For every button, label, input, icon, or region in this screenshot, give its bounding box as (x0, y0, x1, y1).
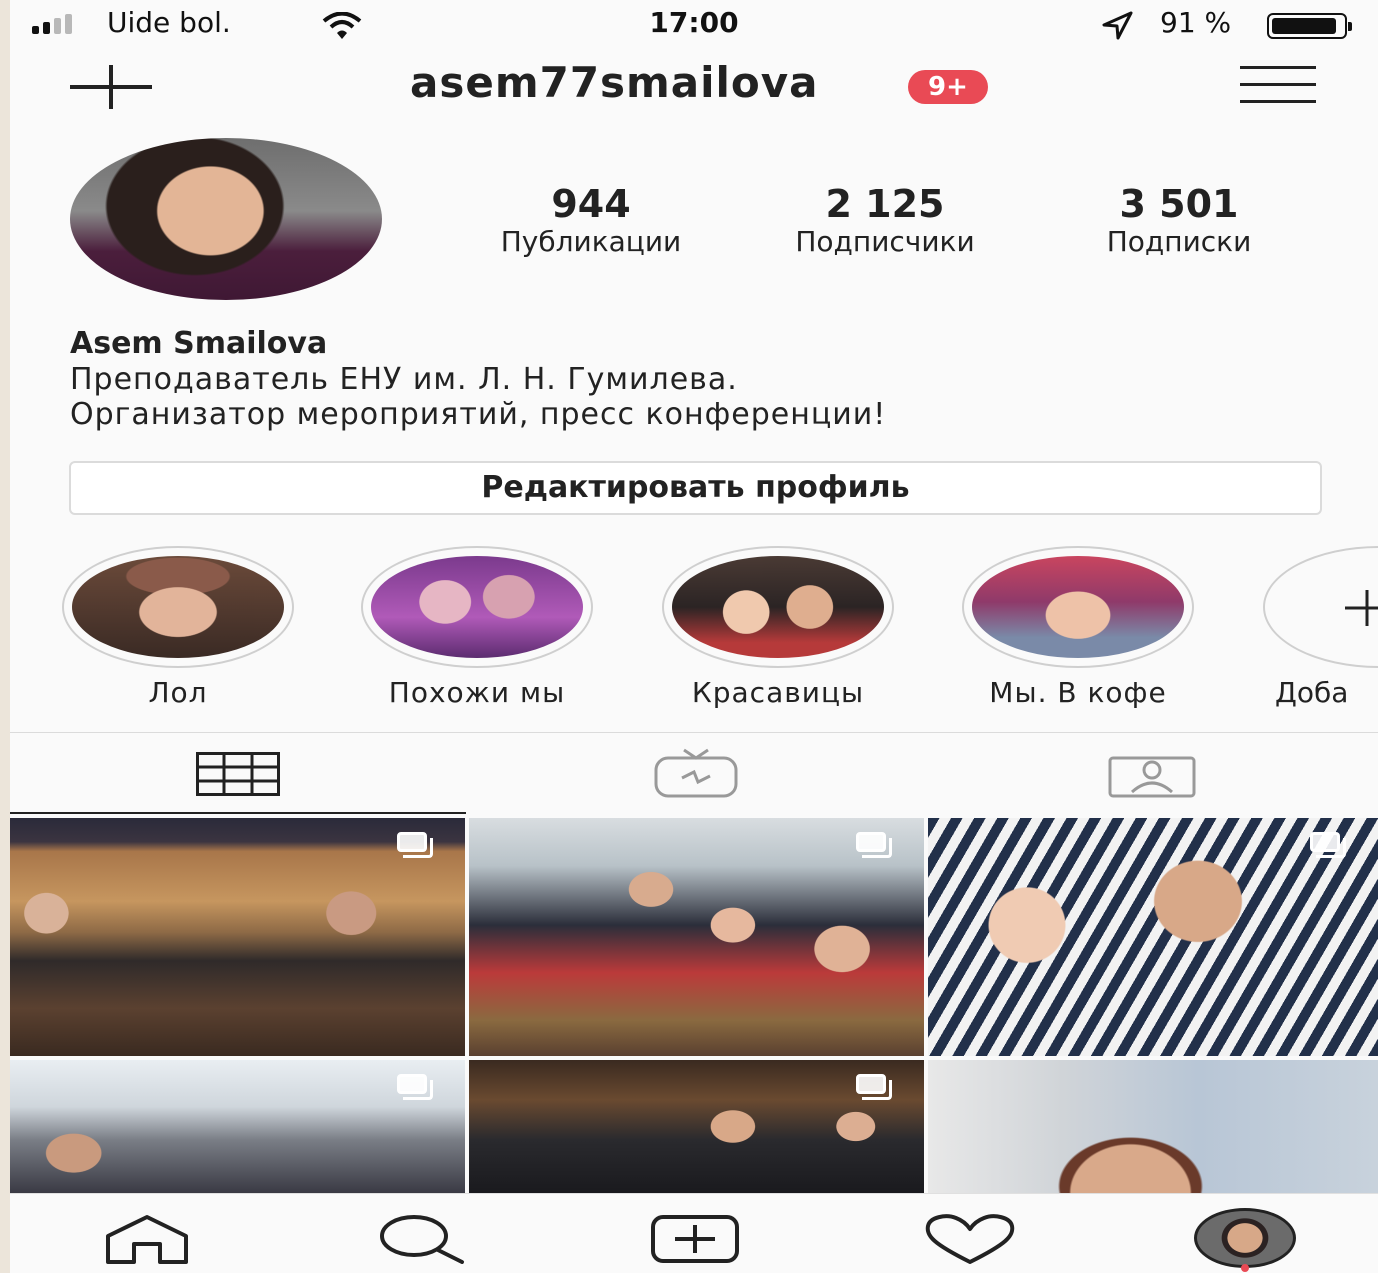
followers-stat[interactable]: 2 125 Подписчики (754, 184, 1016, 260)
profile-avatar[interactable] (70, 138, 382, 300)
post-tile[interactable] (928, 1060, 1378, 1193)
highlight-cover (962, 546, 1194, 668)
profile-username: asem77smailova (410, 58, 819, 107)
battery-icon (1267, 13, 1352, 39)
bio-line-1: Преподаватель ЕНУ им. Л. Н. Гумилева. (70, 362, 738, 397)
posts-label: Публикации (500, 225, 682, 258)
highlight-label: Мы. В кофе (989, 676, 1167, 709)
highlight-item[interactable]: Лол (60, 546, 296, 709)
battery-percentage: 91 % (1160, 6, 1232, 39)
posts-count: 944 (551, 182, 631, 226)
highlight-label: Похожи мы (388, 676, 566, 709)
new-post-plus-icon[interactable] (70, 65, 152, 109)
post-tile[interactable] (10, 818, 465, 1056)
bottom-navigation-bar (10, 1193, 1378, 1273)
notification-dot (1241, 1264, 1249, 1272)
tagged-user-icon[interactable] (1108, 752, 1196, 798)
post-tile[interactable] (469, 818, 924, 1056)
following-stat[interactable]: 3 501 Подписки (1054, 184, 1304, 260)
highlight-cover (361, 546, 593, 668)
profile-bio: Преподаватель ЕНУ им. Л. Н. Гумилева. Ор… (70, 362, 886, 432)
highlight-cover (662, 546, 894, 668)
multiple-photos-icon (397, 832, 437, 860)
followers-label: Подписчики (795, 225, 975, 258)
heart-icon[interactable] (924, 1214, 1016, 1264)
status-bar: Uide bol. 17:00 91 % (10, 0, 1378, 50)
highlight-item[interactable]: Мы. В кофе (960, 546, 1196, 709)
add-highlight-plus-icon (1345, 590, 1378, 626)
following-count: 3 501 (1119, 182, 1239, 226)
multiple-photos-icon (397, 1074, 437, 1102)
profile-nav-avatar[interactable] (1194, 1208, 1296, 1268)
search-icon[interactable] (378, 1214, 468, 1264)
home-icon[interactable] (104, 1214, 190, 1264)
highlight-cover (62, 546, 294, 668)
highlight-item[interactable]: Похожи мы (359, 546, 595, 709)
add-post-icon[interactable] (650, 1214, 740, 1264)
highlight-item[interactable]: Красавицы (660, 546, 896, 709)
notification-badge[interactable]: 9+ (908, 70, 988, 104)
multiple-photos-icon (856, 1074, 896, 1102)
hamburger-menu-icon[interactable] (1240, 66, 1316, 104)
multiple-photos-icon (856, 832, 896, 860)
posts-stat[interactable]: 944 Публикации (460, 184, 722, 260)
highlight-label: Красавицы (691, 676, 865, 709)
instagram-profile-screen: Uide bol. 17:00 91 % asem77smailova 9+ 9… (10, 0, 1378, 1273)
add-highlight-label: Доба (1275, 676, 1349, 709)
location-arrow-icon (1102, 11, 1133, 40)
following-label: Подписки (1106, 225, 1252, 258)
tabs-top-divider (10, 732, 1378, 733)
grid-icon[interactable] (196, 752, 280, 796)
edit-profile-button[interactable]: Редактировать профиль (69, 461, 1322, 515)
post-tile[interactable] (928, 818, 1378, 1056)
profile-full-name: Asem Smailova (70, 326, 328, 361)
post-tile[interactable] (10, 1060, 465, 1193)
igtv-icon[interactable] (654, 748, 738, 798)
bio-line-2: Организатор мероприятий, пресс конференц… (70, 397, 887, 432)
active-tab-indicator (10, 812, 466, 814)
multiple-photos-icon (1310, 832, 1350, 860)
followers-count: 2 125 (825, 182, 945, 226)
post-tile[interactable] (469, 1060, 924, 1193)
highlight-label: Лол (148, 676, 208, 709)
